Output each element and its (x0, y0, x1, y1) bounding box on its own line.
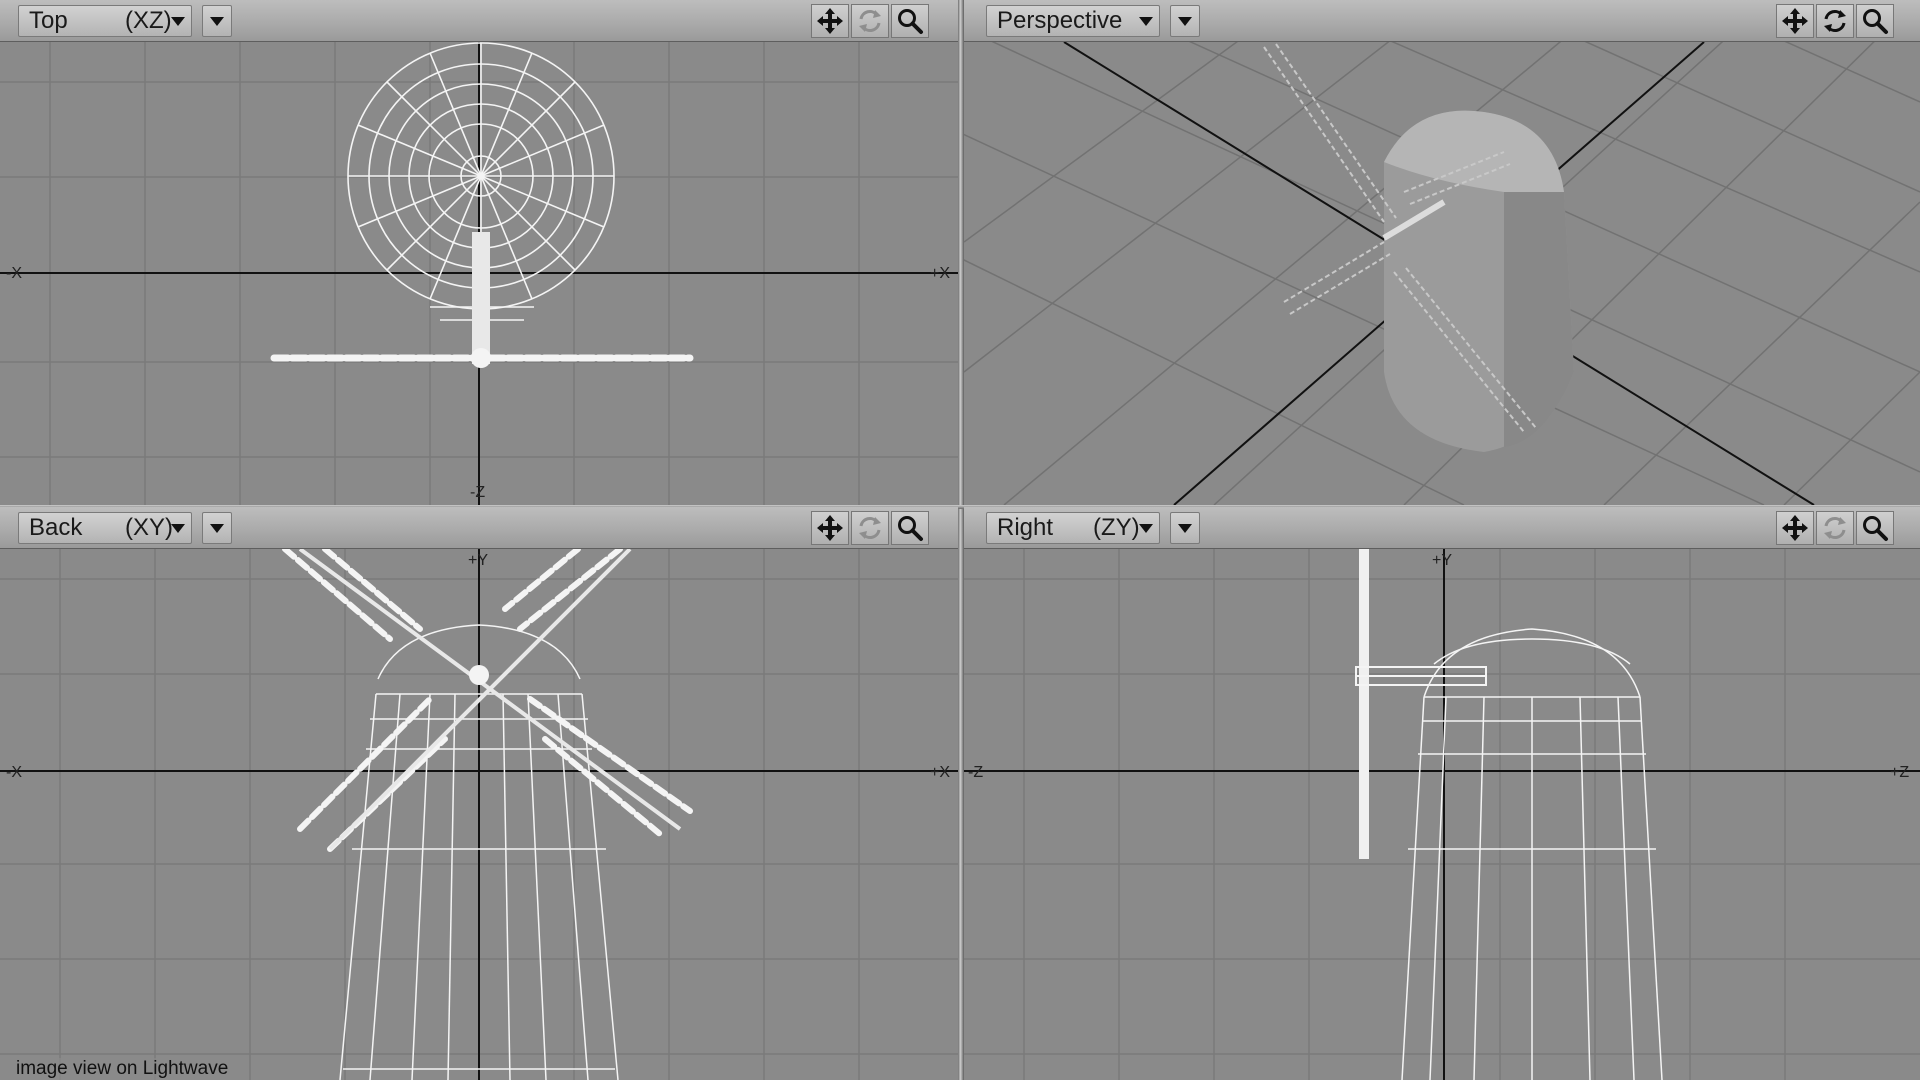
axis-label: -X (6, 265, 22, 282)
rotate-icon (859, 517, 881, 539)
chevron-down-icon (1178, 17, 1192, 26)
move-icon (1782, 8, 1808, 34)
zoom-icon (1863, 9, 1888, 34)
viewport-header: Back (XY) (0, 507, 958, 549)
move-view-button[interactable] (811, 4, 849, 38)
axis-label: +X (930, 265, 950, 282)
zoom-icon (898, 9, 923, 34)
viewport-canvas[interactable]: -X +X -Z (0, 42, 958, 505)
move-icon (817, 8, 843, 34)
back-view-drawing: -X +X +Y (0, 549, 958, 1080)
view-type-select[interactable]: Back (XY) (18, 512, 192, 544)
rotate-icon (859, 10, 881, 32)
rotate-icon (1824, 10, 1846, 32)
chevron-down-icon (171, 17, 185, 26)
zoom-icon (1863, 516, 1888, 541)
rotate-view-button[interactable] (1816, 511, 1854, 545)
axis-label: -Z (470, 484, 485, 501)
chevron-down-icon (171, 524, 185, 533)
axis-label: +Z (1890, 764, 1909, 781)
chevron-down-icon (1139, 524, 1153, 533)
viewport-header: Top (XZ) (0, 0, 958, 42)
viewport-options-button[interactable] (202, 5, 232, 37)
zoom-view-button[interactable] (1856, 4, 1894, 38)
axis-label: -X (6, 764, 22, 781)
rotate-view-button[interactable] (851, 4, 889, 38)
viewport-header: Right (ZY) (964, 507, 1920, 549)
rotate-view-button[interactable] (1816, 4, 1854, 38)
viewport-back[interactable]: Back (XY) -X +X +Y image view on Lightwa… (0, 507, 958, 1080)
view-axes: (XY) (125, 514, 173, 541)
axis-label: -Z (968, 764, 983, 781)
viewport-canvas[interactable]: -Z +Z +Y (964, 549, 1920, 1080)
top-view-drawing: -X +X -Z (0, 42, 958, 505)
view-type-select[interactable]: Right (ZY) (986, 512, 1160, 544)
view-axes: (XZ) (125, 7, 172, 34)
view-type-select[interactable]: Perspective (986, 5, 1160, 37)
viewport-options-button[interactable] (202, 512, 232, 544)
move-view-button[interactable] (811, 511, 849, 545)
rotate-icon (1824, 517, 1846, 539)
view-axes: (ZY) (1093, 514, 1140, 541)
rotate-view-button[interactable] (851, 511, 889, 545)
axis-label: +Y (468, 552, 488, 569)
chevron-down-icon (1178, 524, 1192, 533)
view-name: Perspective (997, 7, 1123, 34)
view-type-select[interactable]: Top (XZ) (18, 5, 192, 37)
viewport-canvas[interactable]: -X +X +Y (0, 549, 958, 1080)
perspective-drawing (964, 42, 1920, 505)
zoom-view-button[interactable] (891, 4, 929, 38)
viewport-perspective[interactable]: Perspective (964, 0, 1920, 505)
view-name: Back (29, 514, 83, 541)
axis-label: +X (930, 764, 950, 781)
chevron-down-icon (210, 17, 224, 26)
chevron-down-icon (1139, 17, 1153, 26)
right-view-drawing: -Z +Z +Y (964, 549, 1920, 1080)
image-caption: image view on Lightwave (12, 1058, 233, 1080)
zoom-view-button[interactable] (1856, 511, 1894, 545)
viewport-right[interactable]: Right (ZY) -Z +Z +Y (964, 507, 1920, 1080)
viewport-top[interactable]: Top (XZ) -X +X -Z (0, 0, 958, 505)
viewport-options-button[interactable] (1170, 5, 1200, 37)
zoom-icon (898, 516, 923, 541)
viewport-canvas[interactable] (964, 42, 1920, 505)
zoom-view-button[interactable] (891, 511, 929, 545)
viewport-header: Perspective (964, 0, 1920, 42)
axis-label: +Y (1432, 552, 1452, 569)
view-name: Top (29, 7, 68, 34)
view-name: Right (997, 514, 1054, 541)
move-view-button[interactable] (1776, 511, 1814, 545)
move-icon (1782, 515, 1808, 541)
move-icon (817, 515, 843, 541)
chevron-down-icon (210, 524, 224, 533)
move-view-button[interactable] (1776, 4, 1814, 38)
viewport-options-button[interactable] (1170, 512, 1200, 544)
